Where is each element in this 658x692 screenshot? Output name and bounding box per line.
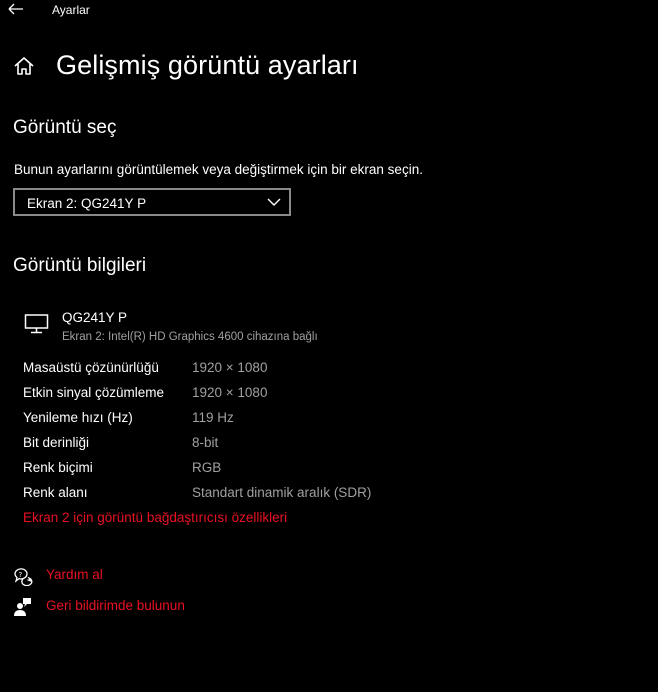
info-label-color-format: Renk biçimi (23, 460, 93, 475)
monitor-connection: Ekran 2: Intel(R) HD Graphics 4600 cihaz… (62, 331, 318, 343)
monitor-icon (24, 313, 50, 335)
home-icon[interactable] (13, 55, 35, 77)
info-label-bit-depth: Bit derinliği (23, 435, 90, 450)
info-label-active-signal-resolution: Etkin sinyal çözümleme (23, 385, 165, 400)
back-button[interactable] (6, 0, 26, 20)
info-label-desktop-resolution: Masaüstü çözünürlüğü (23, 360, 159, 375)
display-select-value: Ekran 2: QG241Y P (27, 196, 147, 211)
info-value-bit-depth: 8-bit (192, 435, 219, 450)
info-value-active-signal-resolution: 1920 × 1080 (192, 385, 268, 400)
monitor-name: QG241Y P (62, 310, 128, 325)
page-title: Gelişmiş görüntü ayarları (56, 50, 359, 80)
select-display-description: Bunun ayarlarını görüntülemek veya değiş… (14, 162, 423, 177)
display-info-heading: Görüntü bilgileri (13, 255, 147, 276)
feedback-person-icon (13, 597, 33, 617)
svg-text:?: ? (19, 571, 23, 579)
info-value-desktop-resolution: 1920 × 1080 (192, 360, 268, 375)
info-value-color-format: RGB (192, 460, 222, 475)
give-feedback-link[interactable]: Geri bildirimde bulunun (46, 598, 185, 613)
back-arrow-icon (8, 3, 23, 15)
chevron-down-icon (267, 198, 281, 206)
display-select-dropdown[interactable]: Ekran 2: QG241Y P (13, 188, 291, 216)
info-value-refresh-rate: 119 Hz (192, 410, 234, 425)
select-display-heading: Görüntü seç (13, 117, 117, 138)
info-label-color-space: Renk alanı (23, 485, 88, 500)
get-help-link[interactable]: Yardım al (46, 567, 103, 582)
app-title: Ayarlar (52, 3, 90, 17)
adapter-properties-link[interactable]: Ekran 2 için görüntü bağdaştırıcısı özel… (23, 510, 287, 525)
title-bar: Ayarlar (0, 0, 658, 22)
info-label-refresh-rate: Yenileme hızı (Hz) (23, 410, 133, 425)
help-chat-icon: ? (13, 566, 33, 587)
info-value-color-space: Standart dinamik aralık (SDR) (192, 485, 372, 500)
